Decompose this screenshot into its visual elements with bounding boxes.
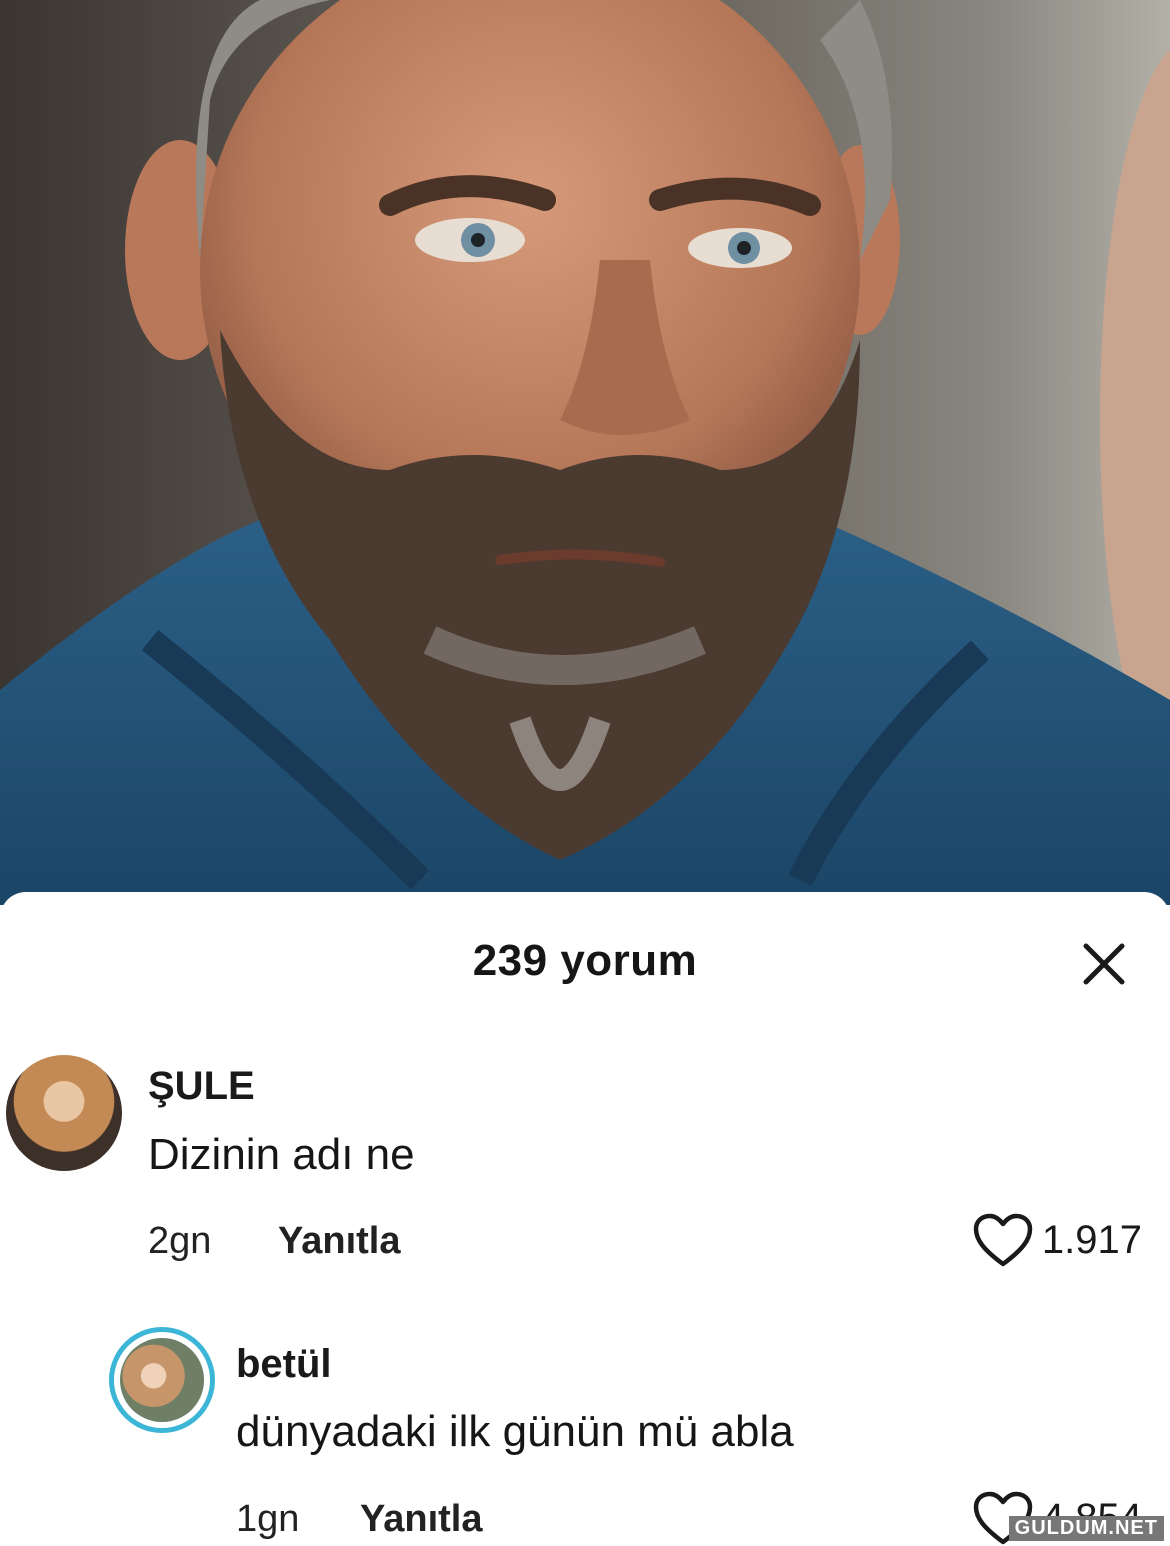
video-still-photo: [0, 0, 1170, 905]
reply-button[interactable]: Yanıtla: [278, 1220, 401, 1263]
comment-item: ŞULE Dizinin adı ne 2gn Yanıtla 1.917: [0, 892, 1170, 1292]
comments-sheet: 239 yorum ŞULE Dizinin adı ne 2gn Yanıtl…: [0, 892, 1170, 1545]
comment-text: dünyadaki ilk günün mü abla: [236, 1407, 794, 1456]
comment-username[interactable]: ŞULE: [148, 1064, 255, 1109]
man-portrait-illustration: [0, 0, 1170, 905]
site-watermark: GULDUM.NET: [1008, 1516, 1164, 1541]
comment-timestamp: 2gn: [148, 1220, 212, 1262]
heart-outline-icon: [973, 1213, 1033, 1267]
like-count: 1.917: [1041, 1217, 1142, 1262]
avatar[interactable]: [120, 1338, 204, 1422]
avatar[interactable]: [6, 1055, 122, 1171]
comment-text: Dizinin adı ne: [148, 1130, 415, 1179]
reply-button[interactable]: Yanıtla: [360, 1498, 483, 1541]
comment-timestamp: 1gn: [236, 1498, 300, 1540]
like-button[interactable]: 1.917: [972, 1212, 1142, 1268]
reply-comment-item: betül dünyadaki ilk günün mü abla 1gn Ya…: [0, 1292, 1170, 1545]
comment-username[interactable]: betül: [236, 1342, 332, 1387]
